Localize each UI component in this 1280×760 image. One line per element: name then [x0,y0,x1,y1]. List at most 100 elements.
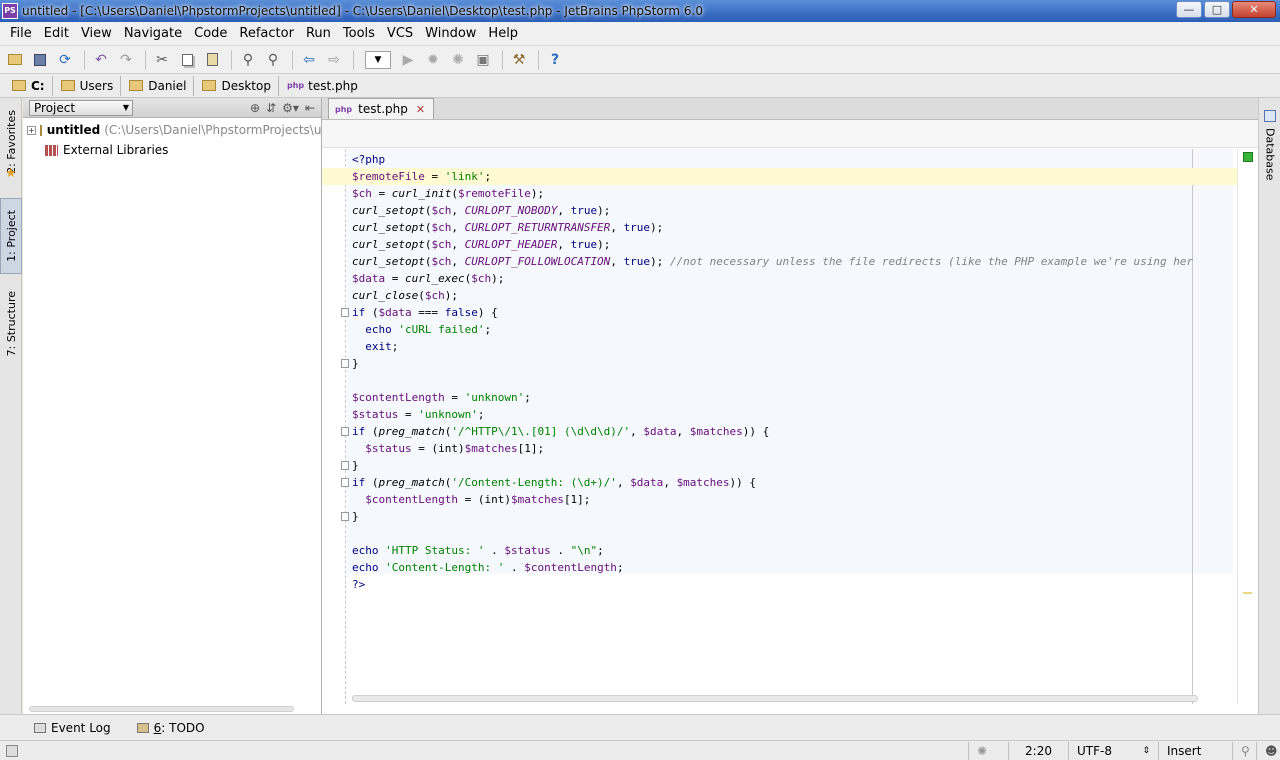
stop-icon[interactable]: ▣ [472,49,494,71]
cut-icon[interactable]: ✂ [151,49,173,71]
expand-icon[interactable]: + [27,125,36,135]
menu-window[interactable]: Window [419,26,482,41]
undo-icon[interactable]: ↶ [90,49,112,71]
todo-tab[interactable]: 6: TODO [136,721,205,735]
code-line[interactable]: } [341,355,1237,372]
tab-project[interactable]: 1: Project [0,198,22,274]
editor-tabs: php test.php ✕ [322,98,1258,120]
tool-windows-toggle-icon[interactable] [6,744,18,757]
menu-tools[interactable]: Tools [337,26,381,41]
code-line[interactable]: echo 'cURL failed'; [352,321,1237,338]
tree-item-external-libraries[interactable]: External Libraries [23,140,321,160]
run-config-dropdown[interactable]: ▼ [365,50,391,69]
code-line[interactable]: } [341,457,1237,474]
fold-marker-icon[interactable] [341,359,349,368]
nav-crumb-c[interactable]: C: [8,75,53,96]
menu-vcs[interactable]: VCS [381,26,419,41]
fold-marker-icon[interactable] [341,478,349,487]
inspector-icon[interactable]: ☻ [1256,741,1280,760]
forward-icon[interactable]: ⇨ [323,49,345,71]
menu-edit[interactable]: Edit [38,26,75,41]
code-line[interactable]: curl_setopt($ch, CURLOPT_FOLLOWLOCATION,… [352,253,1237,270]
close-tab-icon[interactable]: ✕ [416,103,425,116]
code-line[interactable]: if (preg_match('/^HTTP\/1\.[01] (\d\d\d)… [341,423,1237,440]
menu-navigate[interactable]: Navigate [118,26,188,41]
menu-run[interactable]: Run [300,26,337,41]
minimize-button[interactable]: — [1176,1,1202,18]
run-icon[interactable]: ▶ [397,49,419,71]
lock-icon[interactable]: ⚲ [1232,741,1256,760]
caret-position[interactable]: 2:20 [1008,741,1068,760]
locate-icon[interactable]: ⊕ [250,101,260,115]
project-horizontal-scrollbar[interactable] [29,706,294,712]
code-line[interactable]: echo 'Content-Length: ' . $contentLength… [352,559,1237,576]
redo-icon[interactable]: ↷ [115,49,137,71]
nav-crumb-daniel[interactable]: Daniel [125,75,195,96]
code-line[interactable]: curl_setopt($ch, CURLOPT_RETURNTRANSFER,… [352,219,1237,236]
menu-view[interactable]: View [75,26,118,41]
fold-marker-icon[interactable] [341,512,349,521]
gear-icon[interactable]: ⚙▾ [282,101,299,115]
code-line[interactable]: $data = curl_exec($ch); [352,270,1237,287]
code-line[interactable]: $ch = curl_init($remoteFile); [352,185,1237,202]
fold-marker-icon[interactable] [341,308,349,317]
editor-tab-test-php[interactable]: php test.php ✕ [328,98,435,119]
code-line[interactable]: curl_close($ch); [352,287,1237,304]
code-lines[interactable]: <?php $remoteFile = 'link'; $ch = curl_ini… [322,151,1237,593]
find-icon[interactable]: ⚲ [237,49,259,71]
menu-code[interactable]: Code [188,26,233,41]
collapse-all-icon[interactable]: ⇵ [266,101,276,115]
code-line[interactable]: $status = (int)$matches[1]; [352,440,1237,457]
hide-panel-icon[interactable]: ⇤ [305,101,315,115]
maximize-button[interactable]: □ [1204,1,1230,18]
open-icon[interactable] [4,49,26,71]
copy-icon[interactable] [176,49,198,71]
paste-icon[interactable] [201,49,223,71]
back-icon[interactable]: ⇦ [298,49,320,71]
nav-crumb-users[interactable]: Users [57,75,122,96]
insert-mode[interactable]: Insert [1158,741,1232,760]
code-line[interactable]: if (preg_match('/Content-Length: (\d+)/'… [341,474,1237,491]
code-line[interactable]: ?> [352,576,1237,593]
nav-crumb-test-php[interactable]: php test.php [283,76,365,96]
code-line[interactable]: $contentLength = (int)$matches[1]; [352,491,1237,508]
menu-help[interactable]: Help [482,26,524,41]
menu-file[interactable]: File [4,26,38,41]
code-line[interactable]: $contentLength = 'unknown'; [352,389,1237,406]
tab-structure[interactable]: 7: Structure [0,284,22,364]
close-button[interactable]: ✕ [1232,1,1276,18]
menu-refactor[interactable]: Refactor [233,26,300,41]
code-area[interactable]: <?php $remoteFile = 'link'; $ch = curl_ini… [322,149,1258,704]
coverage-icon[interactable]: ✺ [447,49,469,71]
debug-icon[interactable]: ✹ [422,49,444,71]
code-line[interactable] [352,372,1237,389]
replace-icon[interactable]: ⚲ [262,49,284,71]
encoding-selector[interactable]: UTF-8 ⇕ [1068,741,1158,760]
settings-icon[interactable]: ⚒ [508,49,530,71]
code-token: , [610,221,624,234]
help-icon[interactable]: ? [544,49,566,71]
code-line[interactable]: $remoteFile = 'link'; [322,168,1237,185]
code-line[interactable] [352,525,1237,542]
nav-crumb-desktop[interactable]: Desktop [198,75,279,96]
code-line[interactable]: exit; [352,338,1237,355]
code-line[interactable]: curl_setopt($ch, CURLOPT_HEADER, true); [352,236,1237,253]
sync-icon[interactable]: ⟳ [54,49,76,71]
save-icon[interactable] [29,49,51,71]
fold-marker-icon[interactable] [341,461,349,470]
tab-database[interactable]: Database [1259,124,1280,184]
code-line[interactable]: curl_setopt($ch, CURLOPT_NOBODY, true); [352,202,1237,219]
code-line[interactable]: <?php [352,151,1237,168]
code-line[interactable]: echo 'HTTP Status: ' . $status . "\n"; [352,542,1237,559]
editor-horizontal-scrollbar[interactable] [352,695,1198,702]
toolbar-separator [538,49,539,70]
code-line[interactable]: } [341,508,1237,525]
tree-item-untitled[interactable]: + untitled (C:\Users\Daniel\PhpstormProj… [23,120,321,140]
analysis-ok-icon[interactable] [1243,152,1253,162]
code-line[interactable]: if ($data === false) { [341,304,1237,321]
event-log-tab[interactable]: Event Log [34,721,111,735]
code-line[interactable]: $status = 'unknown'; [352,406,1237,423]
project-view-selector[interactable]: Project ▼ [29,99,133,116]
warning-marker[interactable] [1243,592,1252,594]
fold-marker-icon[interactable] [341,427,349,436]
